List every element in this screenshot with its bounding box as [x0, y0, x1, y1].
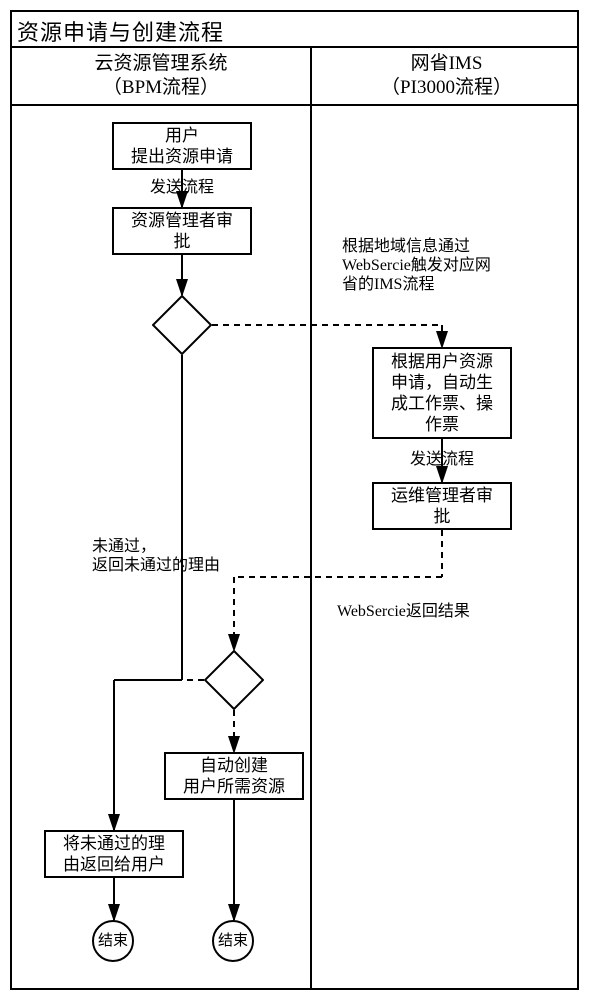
hline: [12, 104, 577, 106]
text: 提出资源申请: [131, 147, 233, 166]
node-ops-approve: 运维管理者审 批: [372, 482, 512, 530]
diagram-title: 资源申请与创建流程: [17, 15, 224, 47]
end-left: 结束: [92, 920, 134, 962]
label-send-flow-1: 发送流程: [142, 178, 222, 197]
label-trigger-ims: 根据地域信息通过 WebSercie触发对应网 省的IMS流程: [342, 237, 552, 294]
text: 用户: [165, 126, 199, 145]
label-return-result: WebSercie返回结果: [337, 602, 537, 621]
text: 省的IMS流程: [342, 276, 434, 293]
left-swimlane-header: 云资源管理系统 （BPM流程）: [12, 52, 310, 100]
text: 由返回给用户: [63, 855, 165, 874]
text: 申请，自动生: [391, 373, 493, 392]
text: 批: [434, 507, 451, 526]
right-swimlane-header: 网省IMS （PI3000流程）: [312, 52, 581, 100]
text: 自动创建: [200, 756, 268, 775]
right-h2: （PI3000流程）: [381, 77, 512, 98]
flowchart-frame: 资源申请与创建流程 云资源管理系统 （BPM流程） 网省IMS （PI3000流…: [10, 10, 579, 990]
decision-1: [152, 295, 212, 355]
text: 返回未通过的理由: [92, 557, 220, 574]
node-auto-create: 自动创建 用户所需资源: [164, 752, 304, 800]
text: 将未通过的理: [63, 834, 165, 853]
node-return-fail: 将未通过的理 由返回给用户: [44, 830, 184, 878]
text: 根据用户资源: [391, 352, 493, 371]
text: 运维管理者审: [391, 486, 493, 505]
label-fail-reason: 未通过， 返回未通过的理由: [92, 537, 252, 575]
hline: [12, 46, 577, 48]
text: 资源管理者审: [131, 211, 233, 230]
text: 未通过，: [92, 538, 156, 555]
text: 根据地域信息通过: [342, 238, 470, 255]
label-send-flow-2: 发送流程: [402, 450, 482, 469]
node-manager-approve: 资源管理者审 批: [112, 207, 252, 255]
text: 批: [174, 232, 191, 251]
text: 用户所需资源: [183, 777, 285, 796]
node-gen-ticket: 根据用户资源 申请，自动生 成工作票、操 作票: [372, 347, 512, 439]
node-user-request: 用户 提出资源申请: [112, 122, 252, 170]
text: 成工作票、操: [391, 394, 493, 413]
left-h2: （BPM流程）: [103, 77, 219, 98]
decision-2: [204, 650, 264, 710]
text: WebSercie触发对应网: [342, 257, 491, 274]
text: 结束: [218, 933, 248, 950]
right-h1: 网省IMS: [411, 53, 483, 74]
text: 结束: [98, 933, 128, 950]
end-right: 结束: [212, 920, 254, 962]
left-h1: 云资源管理系统: [94, 53, 227, 74]
text: 作票: [425, 415, 459, 434]
swimlane-divider: [310, 46, 312, 988]
